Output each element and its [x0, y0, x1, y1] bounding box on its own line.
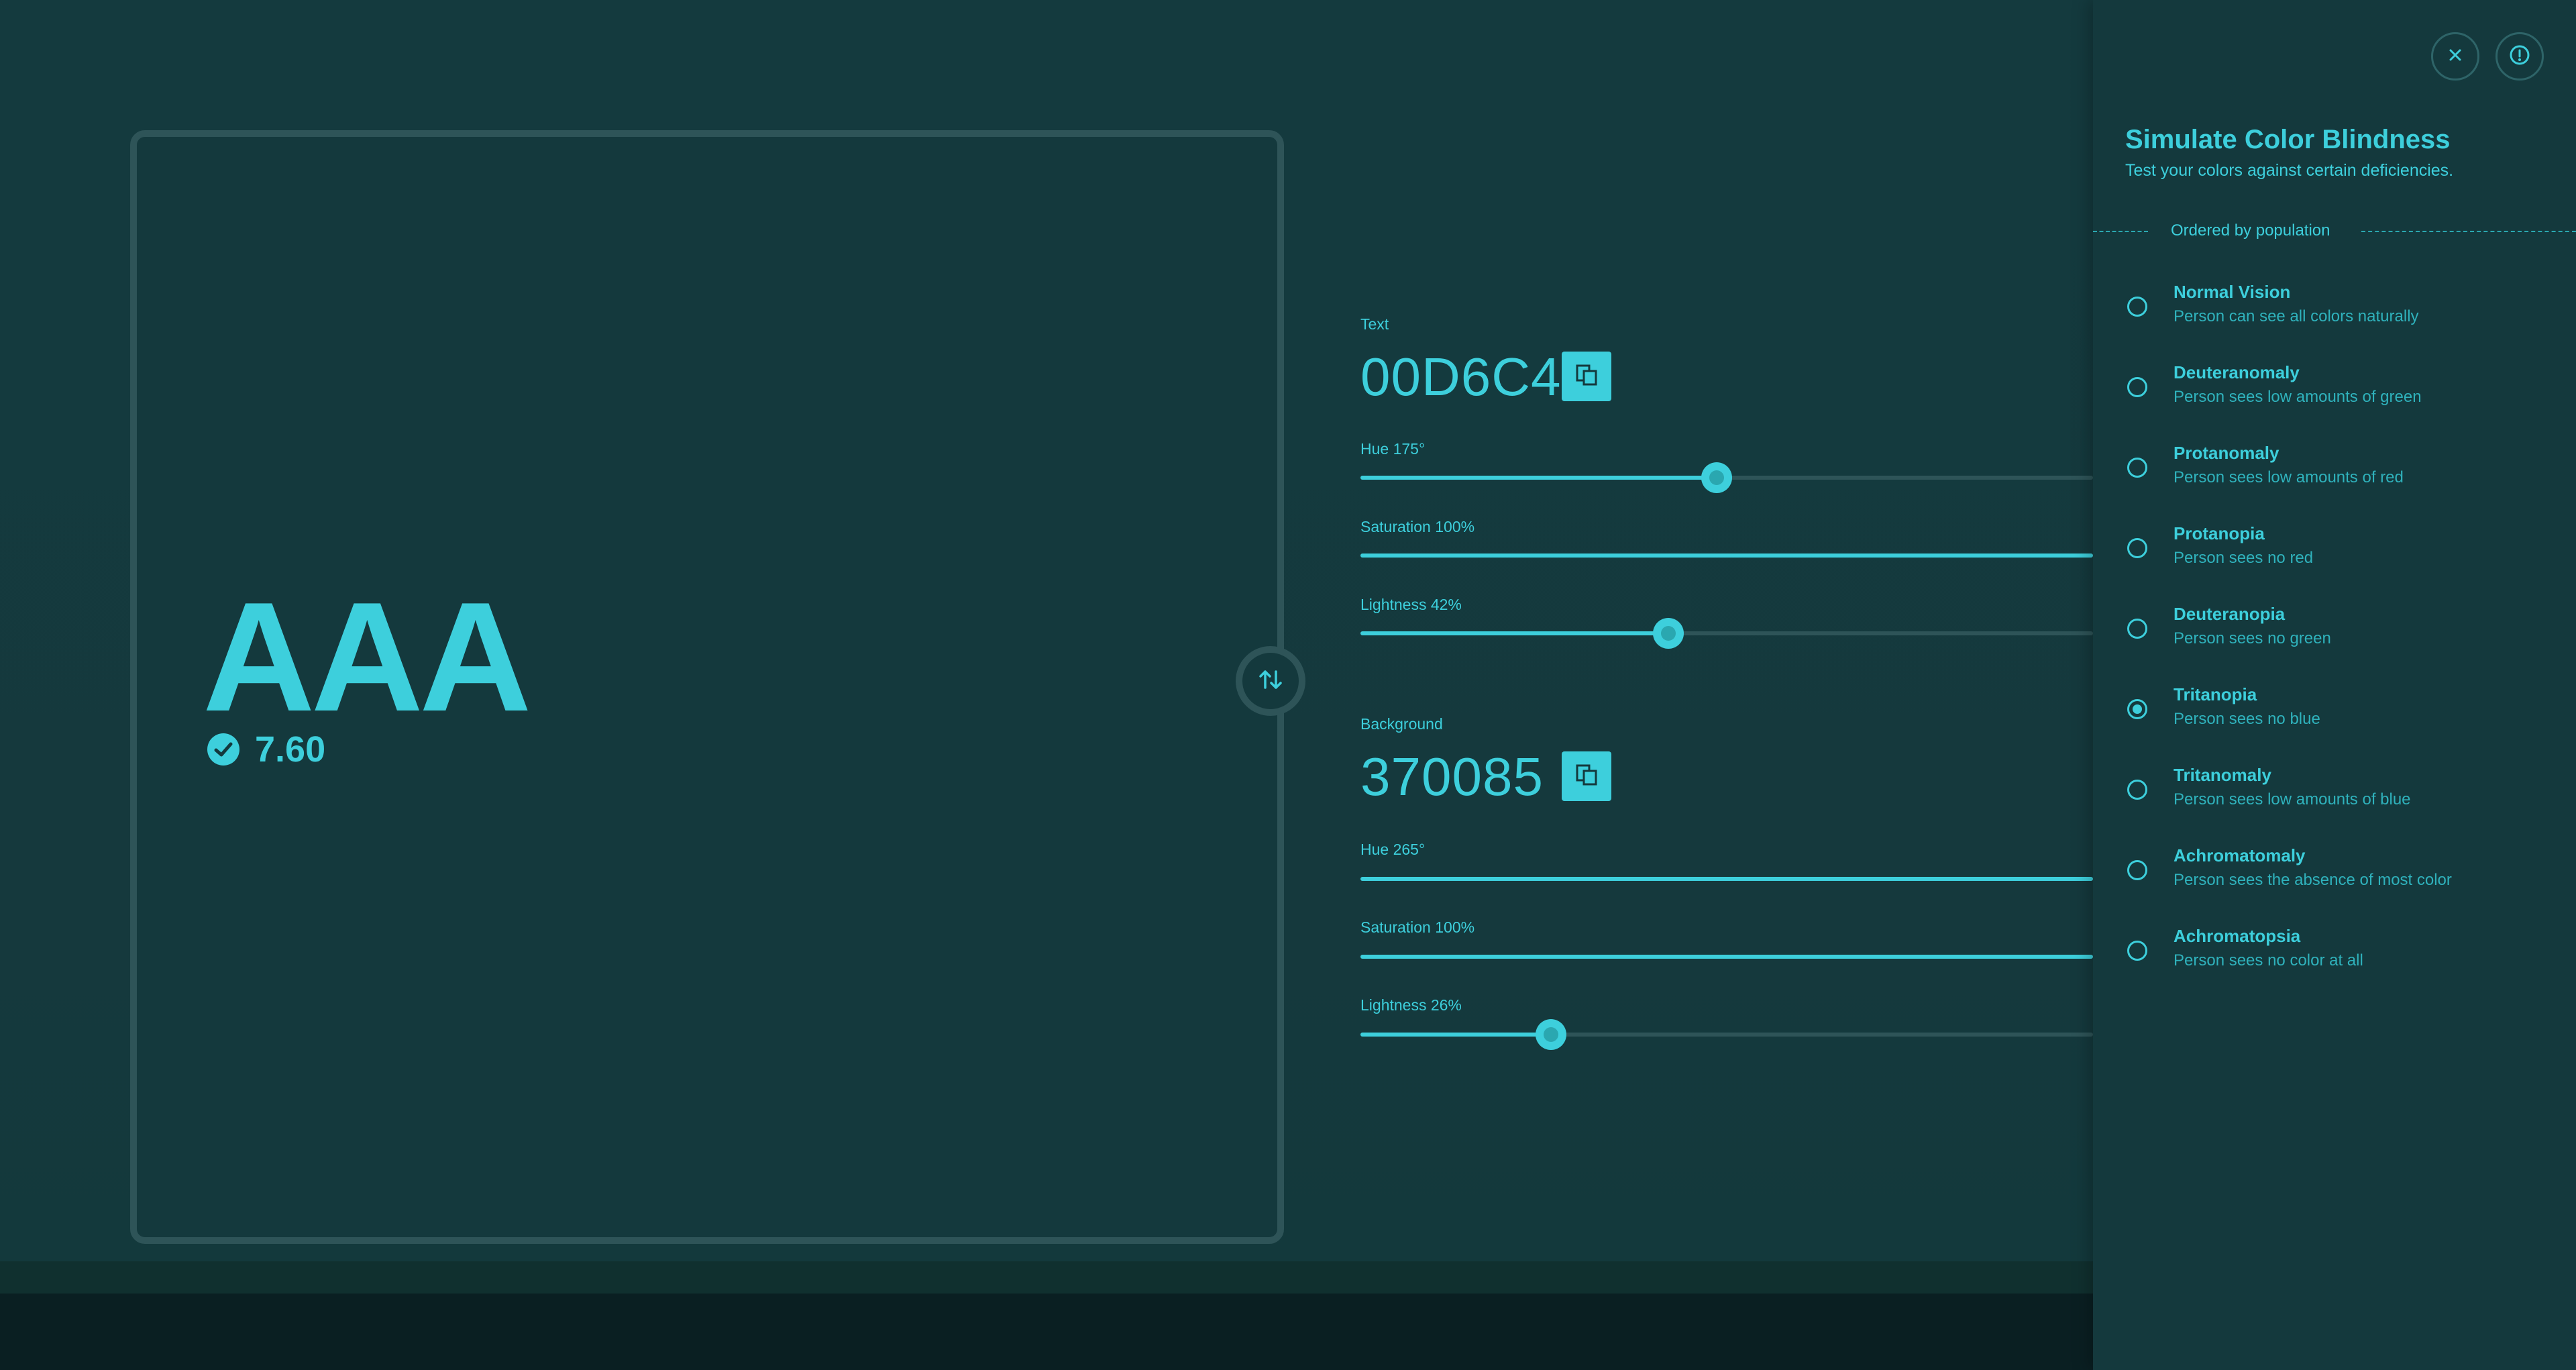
option-name: Protanopia	[2174, 523, 2265, 543]
swap-icon	[1257, 666, 1284, 696]
option-description: Person can see all colors naturally	[2174, 307, 2419, 325]
option-tritanomaly[interactable]: Tritanomaly Person sees low amounts of b…	[2093, 763, 2576, 837]
option-deuteranopia[interactable]: Deuteranopia Person sees no green	[2093, 602, 2576, 676]
slider-thumb[interactable]	[1701, 462, 1732, 493]
background-saturation-slider[interactable]	[1360, 943, 2093, 970]
preview-sample-text: AAA	[203, 570, 532, 744]
radio-button[interactable]	[2127, 458, 2147, 478]
background-color-hex[interactable]: 370085	[1360, 750, 1544, 804]
color-blindness-panel: Simulate Color Blindness Test your color…	[2093, 0, 2576, 1370]
copy-text-color-button[interactable]	[1562, 352, 1611, 401]
close-panel-button[interactable]	[2431, 32, 2479, 81]
divider-line-left	[2093, 231, 2148, 232]
option-name: Achromatomaly	[2174, 845, 2306, 865]
option-normal-vision[interactable]: Normal Vision Person can see all colors …	[2093, 280, 2576, 354]
option-name: Normal Vision	[2174, 282, 2291, 302]
radio-button[interactable]	[2127, 941, 2147, 961]
option-description: Person sees low amounts of red	[2174, 468, 2404, 486]
panel-title: Simulate Color Blindness	[2125, 125, 2451, 154]
info-icon	[2508, 44, 2531, 70]
option-achromatopsia[interactable]: Achromatopsia Person sees no color at al…	[2093, 925, 2576, 998]
contrast-score: 7.60	[207, 729, 325, 770]
option-description: Person sees no green	[2174, 629, 2331, 647]
option-name: Tritanomaly	[2174, 765, 2271, 785]
option-description: Person sees the absence of most color	[2174, 871, 2452, 889]
slider-thumb[interactable]	[1652, 618, 1684, 649]
slider-fill	[1360, 554, 2093, 558]
option-description: Person sees low amounts of blue	[2174, 790, 2411, 808]
slider-fill	[1360, 631, 1668, 635]
option-description: Person sees no color at all	[2174, 951, 2363, 969]
option-protanopia[interactable]: Protanopia Person sees no red	[2093, 522, 2576, 596]
option-achromatomaly[interactable]: Achromatomaly Person sees the absence of…	[2093, 844, 2576, 918]
option-description: Person sees no red	[2174, 549, 2314, 567]
check-circle-icon	[207, 733, 240, 766]
copy-background-color-button[interactable]	[1562, 751, 1611, 801]
slider-thumb[interactable]	[1535, 1019, 1566, 1050]
text-color-hex[interactable]: 00D6C4	[1360, 350, 1562, 404]
info-button[interactable]	[2496, 32, 2544, 81]
background-hue-slider[interactable]	[1360, 865, 2093, 892]
close-icon	[2444, 44, 2467, 70]
text-saturation-slider[interactable]	[1360, 542, 2093, 569]
contrast-ratio-value: 7.60	[255, 729, 326, 770]
radio-button[interactable]	[2127, 538, 2147, 558]
slider-fill	[1360, 955, 2093, 959]
text-hue-slider[interactable]	[1360, 462, 2093, 493]
copy-icon	[1573, 761, 1600, 792]
swap-colors-button[interactable]	[1236, 646, 1305, 716]
slider-fill	[1360, 476, 1717, 480]
text-saturation-label: Saturation 100%	[1360, 518, 1475, 535]
radio-button[interactable]	[2127, 297, 2147, 317]
option-tritanopia[interactable]: Tritanopia Person sees no blue	[2093, 683, 2576, 757]
radio-button[interactable]	[2127, 699, 2147, 719]
divider-line-right	[2361, 231, 2576, 232]
background-lightness-slider[interactable]	[1360, 1019, 2093, 1050]
background-hue-label: Hue 265°	[1360, 841, 1426, 858]
option-name: Tritanopia	[2174, 684, 2257, 704]
text-lightness-slider[interactable]	[1360, 618, 2093, 649]
panel-subtitle: Test your colors against certain deficie…	[2125, 161, 2454, 180]
option-description: Person sees low amounts of green	[2174, 388, 2422, 406]
background-color-label: Background	[1360, 715, 1443, 733]
option-name: Protanomaly	[2174, 443, 2279, 463]
text-hue-label: Hue 175°	[1360, 440, 1426, 458]
copy-icon	[1573, 362, 1600, 392]
radio-button[interactable]	[2127, 860, 2147, 880]
radio-button[interactable]	[2127, 619, 2147, 639]
contrast-preview-card: AAA 7.60	[130, 130, 1284, 1244]
slider-fill	[1360, 877, 2093, 881]
radio-button[interactable]	[2127, 780, 2147, 800]
radio-button[interactable]	[2127, 377, 2147, 397]
option-deuteranomaly[interactable]: Deuteranomaly Person sees low amounts of…	[2093, 361, 2576, 435]
slider-fill	[1360, 1033, 1551, 1037]
option-name: Deuteranomaly	[2174, 362, 2300, 382]
option-protanomaly[interactable]: Protanomaly Person sees low amounts of r…	[2093, 441, 2576, 515]
text-lightness-label: Lightness 42%	[1360, 596, 1462, 613]
background-lightness-label: Lightness 26%	[1360, 996, 1462, 1014]
option-name: Deuteranopia	[2174, 604, 2286, 624]
option-description: Person sees no blue	[2174, 710, 2320, 728]
panel-divider	[2093, 229, 2576, 233]
color-controls: Text 00D6C4 Hue 175° Saturation 100% Lig…	[1360, 0, 2093, 1370]
text-color-label: Text	[1360, 315, 1389, 333]
option-name: Achromatopsia	[2174, 926, 2301, 946]
background-saturation-label: Saturation 100%	[1360, 918, 1475, 936]
ordered-by-population-label: Ordered by population	[2171, 221, 2330, 240]
